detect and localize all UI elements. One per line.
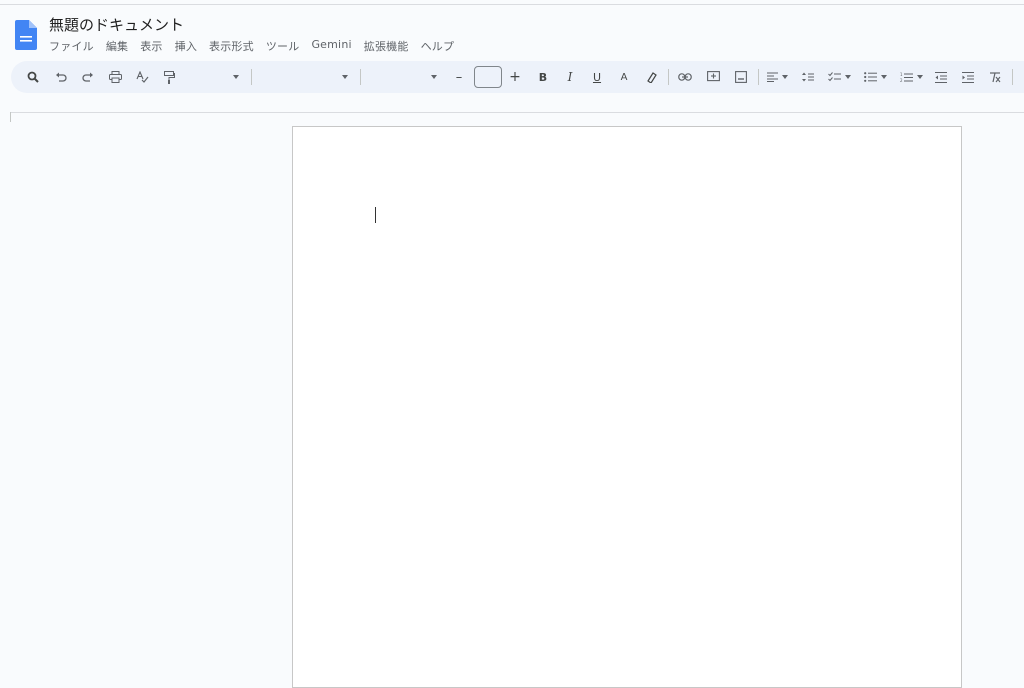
bulleted-list-icon[interactable]: [862, 61, 878, 93]
bold-button[interactable]: B: [535, 61, 551, 93]
clear-formatting-icon[interactable]: [987, 61, 1003, 93]
italic-button[interactable]: I: [562, 61, 578, 93]
menu-edit[interactable]: 編集: [100, 36, 134, 56]
document-page[interactable]: [292, 126, 962, 688]
chevron-down-icon: [845, 75, 851, 79]
menu-bar: ファイル 編集 表示 挿入 表示形式 ツール Gemini 拡張機能 ヘルプ: [43, 36, 460, 56]
style-dropdown[interactable]: [257, 61, 353, 93]
numbered-list-icon[interactable]: 12: [898, 61, 914, 93]
divider: [1012, 69, 1013, 85]
menu-view[interactable]: 表示: [134, 36, 168, 56]
menu-insert[interactable]: 挿入: [169, 36, 203, 56]
underline-button[interactable]: U: [589, 61, 605, 93]
spellcheck-icon[interactable]: [134, 61, 150, 93]
highlight-icon[interactable]: [643, 61, 659, 93]
font-size-input[interactable]: [474, 66, 502, 88]
docs-logo-icon[interactable]: [15, 20, 37, 50]
menu-extensions[interactable]: 拡張機能: [358, 36, 415, 56]
chevron-down-icon: [431, 75, 437, 79]
ruler: [10, 112, 1024, 113]
document-title[interactable]: 無題のドキュメント: [49, 14, 184, 35]
checklist-icon[interactable]: [826, 61, 842, 93]
header: 無題のドキュメント ファイル 編集 表示 挿入 表示形式 ツール Gemini …: [0, 5, 1024, 57]
chevron-down-icon: [881, 75, 887, 79]
increase-indent-icon[interactable]: [960, 61, 976, 93]
divider: [360, 69, 361, 85]
chevron-down-icon: [342, 75, 348, 79]
chevron-down-icon: [917, 75, 923, 79]
undo-icon[interactable]: [53, 61, 69, 93]
paint-format-icon[interactable]: [161, 61, 177, 93]
image-icon[interactable]: [733, 61, 749, 93]
svg-text:1: 1: [900, 72, 903, 77]
decrease-indent-icon[interactable]: [933, 61, 949, 93]
print-icon[interactable]: [107, 61, 123, 93]
divider: [668, 69, 669, 85]
font-size-increase-icon[interactable]: +: [507, 61, 523, 93]
font-size-decrease-icon[interactable]: –: [451, 61, 467, 93]
divider: [758, 69, 759, 85]
text-cursor: [375, 207, 376, 223]
menu-tools[interactable]: ツール: [260, 36, 306, 56]
align-left-icon[interactable]: [765, 61, 779, 93]
comment-icon[interactable]: [705, 61, 721, 93]
search-icon[interactable]: [25, 61, 41, 93]
line-spacing-icon[interactable]: [800, 61, 816, 93]
svg-text:2: 2: [900, 78, 903, 83]
toolbar: – + B I U A 12: [11, 61, 1024, 93]
text-color-button[interactable]: A: [616, 61, 632, 93]
redo-icon[interactable]: [80, 61, 96, 93]
chevron-down-icon: [782, 75, 788, 79]
menu-file[interactable]: ファイル: [43, 36, 100, 56]
divider: [251, 69, 252, 85]
link-icon[interactable]: [677, 61, 693, 93]
menu-format[interactable]: 表示形式: [203, 36, 260, 56]
menu-help[interactable]: ヘルプ: [415, 36, 461, 56]
chevron-down-icon: [233, 75, 239, 79]
ruler-tick: [10, 112, 11, 122]
menu-gemini[interactable]: Gemini: [305, 36, 357, 56]
